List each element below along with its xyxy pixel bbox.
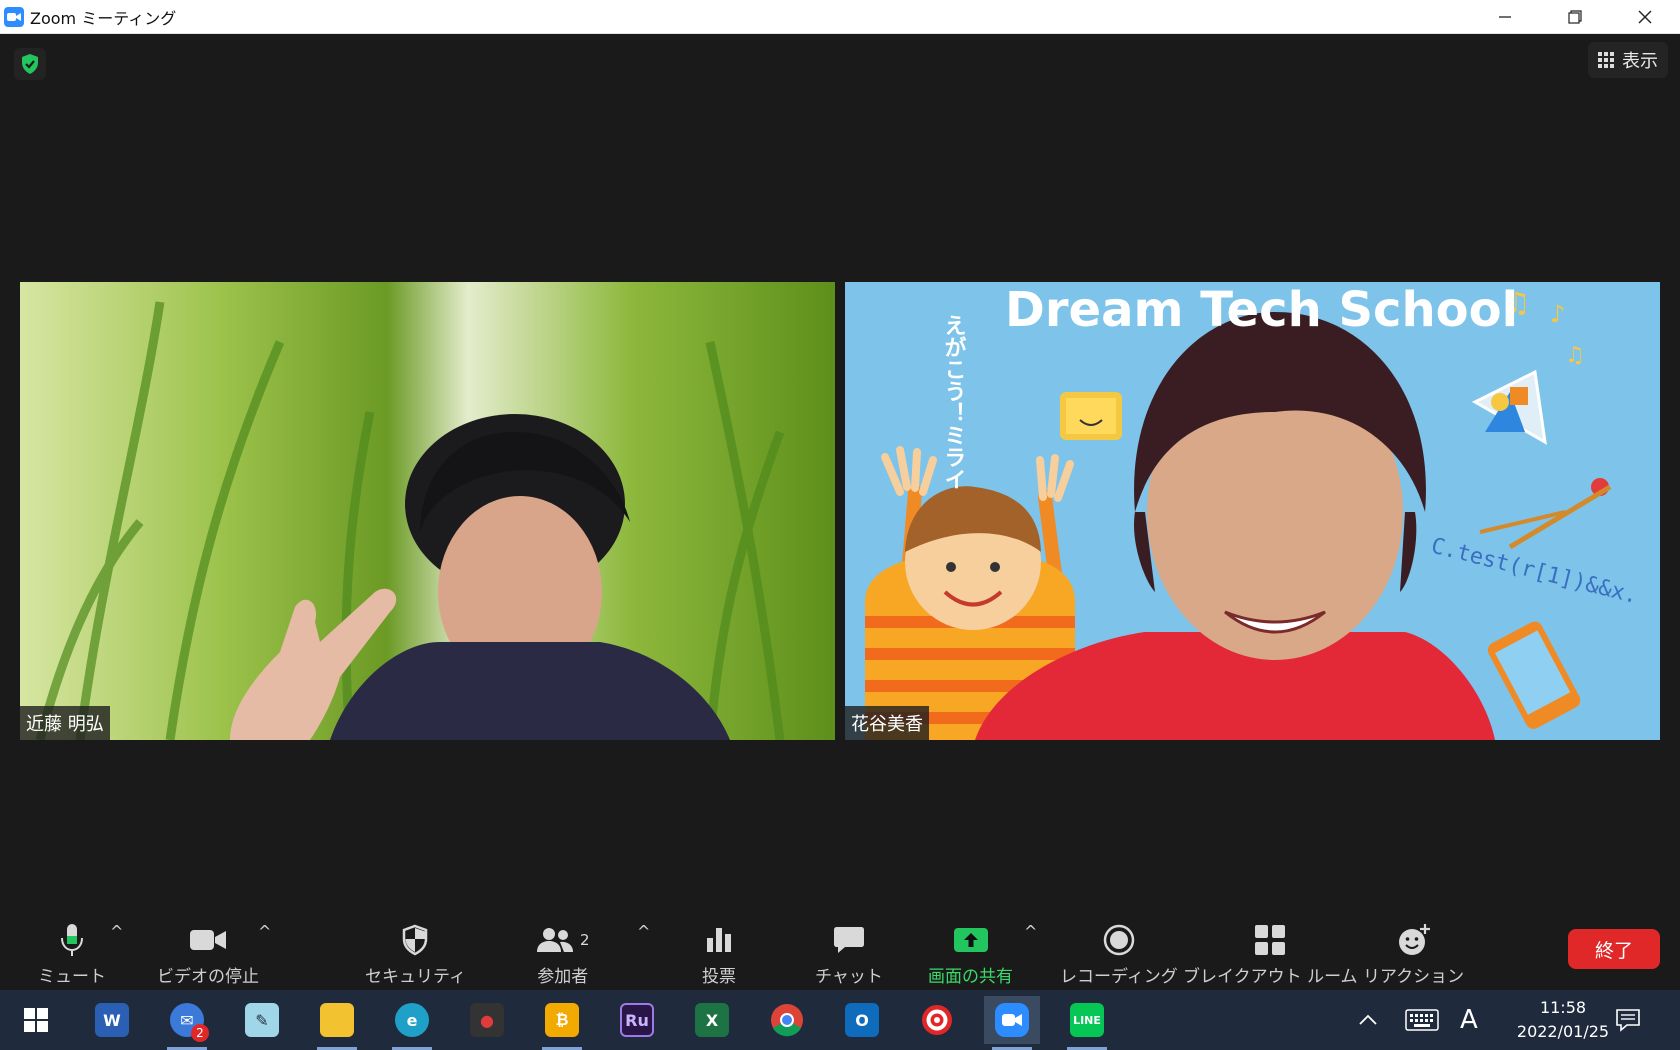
taskbar-zoom[interactable] — [984, 996, 1040, 1050]
window-controls — [1470, 0, 1680, 34]
bitcoin-icon: ₿ — [545, 1003, 579, 1037]
background-title-text: Dream Tech School — [1005, 282, 1518, 338]
security-label: セキュリティ — [365, 967, 466, 987]
taskbar-edge[interactable]: e — [384, 996, 440, 1050]
participant-name-tag: 花谷美香 — [845, 706, 929, 740]
clock-date: 2022/01/25 — [1516, 1022, 1610, 1041]
close-button[interactable] — [1610, 0, 1680, 34]
participants-options-caret-icon[interactable]: ^ — [637, 922, 650, 941]
tray-overflow-chevron-icon[interactable] — [1358, 990, 1378, 1050]
ime-indicator[interactable]: A — [1460, 990, 1478, 1050]
system-clock[interactable]: 11:58 2022/01/25 — [1508, 996, 1618, 1044]
record-icon — [1103, 924, 1135, 956]
target-icon — [922, 1005, 952, 1035]
stop-video-label: ビデオの停止 — [157, 967, 259, 987]
windows-taskbar: W ✉ 2 ✎ e ● ₿ Ru X O LINE A 11:58 2022/0… — [0, 990, 1680, 1050]
edge-icon: e — [395, 1003, 429, 1037]
minimize-button[interactable] — [1470, 0, 1540, 34]
poll-button[interactable]: 投票 — [702, 920, 736, 987]
reactions-label: リアクション — [1363, 967, 1465, 987]
security-shield-icon — [403, 924, 428, 956]
meeting-stage: 表示 近藤 明弘 ♫ ♪ ♫ Dream Tech School えがこう！ミラ… — [0, 34, 1680, 908]
line-icon: LINE — [1070, 1003, 1104, 1037]
taskbar-mail[interactable]: ✉ 2 — [159, 996, 215, 1050]
mail-badge: 2 — [191, 1024, 209, 1042]
mute-label: ミュート — [38, 967, 106, 987]
taskbar-notepad[interactable]: ✎ — [234, 996, 290, 1044]
record-app-icon: ● — [470, 1003, 504, 1037]
music-note-icon: ♪ — [1550, 300, 1565, 328]
bar-chart-icon — [707, 928, 731, 952]
poll-label: 投票 — [702, 967, 736, 987]
view-label: 表示 — [1622, 51, 1658, 72]
background-vertical-text: えがこう！ミライ — [941, 314, 966, 490]
word-icon: W — [95, 1003, 129, 1037]
security-button[interactable]: セキュリティ — [365, 920, 466, 987]
taskbar-file-explorer[interactable] — [309, 996, 365, 1050]
notepad-icon: ✎ — [245, 1003, 279, 1037]
taskbar-outlook[interactable]: O — [834, 996, 890, 1044]
chat-button[interactable]: チャット — [815, 920, 883, 987]
music-note-icon: ♫ — [1565, 343, 1585, 368]
taskbar-word[interactable]: W — [84, 996, 140, 1044]
microphone-icon — [61, 924, 83, 956]
chrome-icon — [771, 1004, 803, 1037]
participant-name-tag: 近藤 明弘 — [20, 706, 110, 740]
record-button[interactable]: レコーディング — [1060, 920, 1178, 987]
grid-icon — [1598, 52, 1614, 68]
view-button[interactable]: 表示 — [1588, 42, 1668, 78]
share-screen-icon — [953, 928, 988, 952]
rush-icon: Ru — [620, 1003, 654, 1037]
touch-keyboard-icon[interactable] — [1405, 990, 1439, 1050]
stop-video-button[interactable]: ビデオの停止 — [157, 920, 259, 987]
start-button[interactable] — [8, 996, 64, 1044]
record-label: レコーディング — [1060, 967, 1178, 987]
reactions-button[interactable]: リアクション — [1363, 920, 1464, 987]
breakout-rooms-icon — [1255, 925, 1286, 955]
end-meeting-button[interactable]: 終了 — [1568, 929, 1660, 969]
breakout-rooms-button[interactable]: ブレイクアウト ルーム — [1183, 920, 1358, 987]
mute-options-caret-icon[interactable]: ^ — [110, 922, 123, 941]
restore-button[interactable] — [1540, 0, 1610, 34]
share-screen-button[interactable]: 画面の共有 — [928, 920, 1013, 987]
notification-center-icon[interactable] — [1615, 990, 1641, 1050]
participants-button[interactable]: 2 参加者 — [536, 920, 590, 987]
taskbar-line[interactable]: LINE — [1059, 996, 1115, 1050]
video-options-caret-icon[interactable]: ^ — [258, 922, 271, 941]
encryption-shield-icon[interactable] — [14, 48, 46, 80]
excel-icon: X — [695, 1003, 729, 1037]
meeting-toolbar: ミュート ^ ビデオの停止 ^ セキュリティ 2 参加者 ^ 投票 チャット 画… — [0, 908, 1680, 990]
participants-count: 2 — [580, 931, 590, 949]
windows-logo-icon — [24, 1008, 48, 1032]
participant-video-image: ♫ ♪ ♫ Dream Tech School えがこう！ミライ C.test(… — [865, 282, 1641, 740]
chat-bubble-icon — [833, 927, 864, 953]
smiley-plus-icon — [1398, 924, 1430, 955]
chat-label: チャット — [815, 967, 883, 987]
taskbar-screen-recorder[interactable]: ● — [459, 996, 515, 1044]
participants-label: 参加者 — [537, 967, 589, 987]
taskbar-chrome[interactable] — [759, 996, 815, 1044]
taskbar-excel[interactable]: X — [684, 996, 740, 1044]
participant-video-image — [35, 301, 785, 740]
clock-time: 11:58 — [1539, 998, 1587, 1017]
participant-video-tile[interactable]: ♫ ♪ ♫ Dream Tech School えがこう！ミライ C.test(… — [845, 282, 1660, 740]
share-screen-label: 画面の共有 — [928, 967, 1013, 987]
zoom-app-icon — [4, 6, 24, 27]
video-camera-icon — [190, 930, 226, 950]
window-title: Zoom ミーティング — [30, 8, 177, 28]
breakout-rooms-label: ブレイクアウト ルーム — [1183, 967, 1358, 987]
folder-icon — [320, 1003, 354, 1037]
participant-video-tile[interactable]: 近藤 明弘 — [20, 282, 835, 740]
taskbar-bitcoin-app[interactable]: ₿ — [534, 996, 590, 1050]
zoom-icon — [995, 1003, 1029, 1037]
mute-button[interactable]: ミュート — [38, 920, 106, 987]
participants-icon — [537, 928, 573, 952]
window-titlebar: Zoom ミーティング — [0, 0, 1680, 34]
outlook-icon: O — [845, 1003, 879, 1037]
share-options-caret-icon[interactable]: ^ — [1024, 922, 1037, 941]
taskbar-premiere-rush[interactable]: Ru — [609, 996, 665, 1044]
background-code-text: C.test(r[1])&&x. — [1429, 534, 1641, 610]
taskbar-target-app[interactable] — [909, 996, 965, 1044]
